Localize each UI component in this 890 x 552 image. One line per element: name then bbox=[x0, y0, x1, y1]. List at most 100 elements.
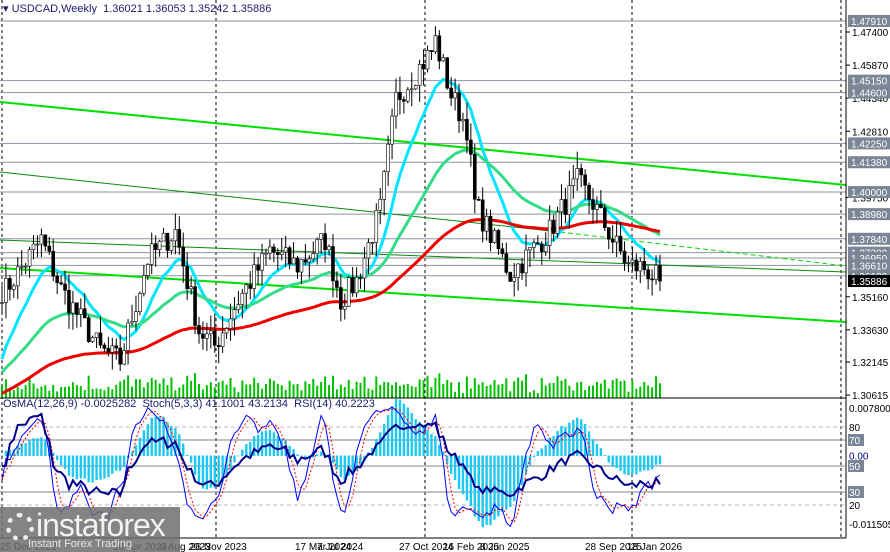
osma-bar bbox=[83, 455, 86, 479]
volume-bar bbox=[635, 388, 638, 398]
candle bbox=[59, 282, 63, 285]
volume-bar bbox=[186, 375, 189, 398]
volume-bar bbox=[497, 384, 500, 398]
volume-bar bbox=[363, 376, 366, 398]
volume-bar bbox=[103, 390, 106, 398]
osma-bar bbox=[528, 455, 532, 466]
candle bbox=[307, 258, 312, 263]
candle bbox=[47, 245, 52, 252]
candle bbox=[122, 350, 126, 365]
chart-title: ▾ USDCAD,Weekly 1.36021 1.36053 1.35242 … bbox=[3, 3, 272, 15]
candle bbox=[4, 278, 8, 303]
candle bbox=[189, 286, 193, 290]
volume-bar bbox=[493, 379, 496, 398]
osma-bar bbox=[619, 455, 622, 471]
candle bbox=[228, 318, 233, 329]
candle bbox=[327, 246, 331, 251]
open-price: 1.36021 bbox=[103, 3, 143, 15]
osma-bar bbox=[71, 455, 75, 478]
volume-bar bbox=[331, 375, 334, 398]
volume-bar bbox=[375, 376, 378, 398]
candle bbox=[23, 265, 28, 268]
volume-bar bbox=[44, 385, 47, 398]
volume-bar bbox=[312, 378, 315, 398]
price-level-label: 1.45150 bbox=[851, 77, 888, 88]
volume-bar bbox=[245, 384, 248, 398]
osma-bar bbox=[44, 440, 47, 457]
candle bbox=[547, 219, 552, 246]
price-level-label: 1.42250 bbox=[851, 139, 888, 150]
candle bbox=[536, 242, 540, 245]
osma-bar bbox=[276, 435, 279, 457]
volume-bar bbox=[4, 379, 7, 398]
volume-bar bbox=[607, 388, 610, 398]
candle bbox=[149, 243, 154, 265]
volume-bar bbox=[221, 380, 224, 398]
volume-bar bbox=[217, 382, 220, 398]
osma-bar bbox=[182, 443, 185, 457]
osma-bar bbox=[107, 455, 110, 478]
volume-bar bbox=[434, 377, 437, 398]
volume-bar bbox=[410, 386, 413, 398]
candle bbox=[433, 35, 438, 53]
candle bbox=[252, 264, 256, 289]
candle bbox=[205, 333, 209, 339]
volume-bar bbox=[142, 387, 145, 398]
volume-bar bbox=[588, 385, 591, 398]
candle bbox=[31, 243, 36, 250]
osma-bar bbox=[36, 438, 39, 457]
volume-bar bbox=[418, 379, 421, 398]
volume-bar bbox=[233, 387, 236, 398]
candle bbox=[532, 242, 536, 248]
volume-bar bbox=[517, 377, 520, 398]
candle bbox=[402, 99, 406, 102]
osma-bar bbox=[410, 413, 413, 457]
volume-bar bbox=[36, 388, 39, 398]
volume-bar bbox=[52, 384, 55, 398]
candle bbox=[575, 168, 580, 180]
osma-bar bbox=[560, 425, 563, 457]
candle bbox=[303, 259, 308, 263]
price-chart[interactable]: 1.474001.458701.443401.428101.397501.351… bbox=[0, 0, 890, 552]
osma-bar bbox=[87, 455, 90, 483]
candle bbox=[638, 261, 643, 272]
volume-bar bbox=[552, 382, 555, 398]
volume-bar bbox=[477, 384, 480, 398]
volume-bar bbox=[28, 377, 31, 398]
osma-bar bbox=[119, 455, 122, 471]
volume-bar bbox=[288, 380, 291, 398]
volume-bar bbox=[651, 387, 654, 398]
candle bbox=[583, 174, 587, 186]
candle bbox=[315, 239, 320, 254]
candle bbox=[492, 230, 497, 243]
candle bbox=[429, 50, 434, 53]
volume-bar bbox=[194, 373, 197, 398]
low-price: 1.35242 bbox=[188, 3, 229, 15]
candle bbox=[236, 304, 241, 311]
osma-bar bbox=[4, 450, 8, 457]
volume-bar bbox=[414, 387, 417, 398]
candle bbox=[126, 322, 130, 351]
candle bbox=[461, 119, 465, 122]
candle bbox=[642, 261, 647, 271]
osma-bar bbox=[556, 430, 559, 457]
osma-bar bbox=[434, 436, 437, 457]
volume-bar bbox=[627, 391, 630, 398]
volume-bar bbox=[174, 390, 177, 398]
osma-bar bbox=[540, 448, 543, 457]
volume-bar bbox=[619, 381, 622, 398]
candle bbox=[197, 325, 201, 335]
volume-bar bbox=[178, 387, 181, 398]
osma-bar bbox=[658, 455, 662, 465]
candle bbox=[201, 333, 205, 339]
volume-bar bbox=[639, 386, 642, 398]
candle bbox=[193, 286, 197, 326]
osma-bar bbox=[532, 455, 536, 458]
close-price: 1.35886 bbox=[231, 3, 272, 15]
volume-bar bbox=[395, 382, 397, 398]
rsi-label: RSI(14) 40.2223 bbox=[294, 398, 375, 410]
candle bbox=[350, 277, 355, 294]
osma-bar bbox=[505, 455, 508, 510]
price-level-label: 1.40000 bbox=[851, 188, 888, 199]
volume-bar bbox=[48, 390, 51, 398]
